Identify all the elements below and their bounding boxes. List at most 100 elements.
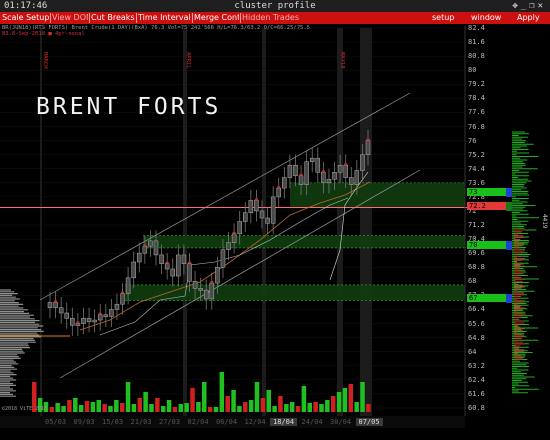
volume-bar — [284, 404, 289, 412]
candle-body — [304, 161, 309, 185]
date-label[interactable]: 27/03 — [156, 418, 183, 426]
candle-body — [203, 289, 209, 300]
month-marker: MARCH — [42, 52, 48, 69]
menu-window[interactable]: window — [471, 12, 501, 24]
candle-body — [120, 293, 125, 305]
volume-bar — [325, 400, 330, 412]
candle-body — [248, 200, 254, 213]
candle-body — [354, 170, 360, 185]
price-tick-label: 75.2 — [468, 150, 485, 159]
minimize-icon[interactable]: _ — [521, 1, 529, 11]
volume-bar — [360, 382, 365, 412]
price-tick-label: 78.4 — [468, 94, 485, 103]
date-label[interactable]: 24/04 — [299, 418, 326, 426]
flag-marker-icon — [506, 202, 512, 212]
candle-marker — [187, 261, 191, 264]
date-label-selected[interactable]: 07/05 — [355, 418, 383, 426]
instrument-subinfo: 83.8-Sep-2018 ■ 4pr-nonal — [2, 31, 85, 37]
candle-body — [243, 212, 248, 222]
candle-marker — [76, 321, 80, 324]
price-tick-label: 66.4 — [468, 305, 485, 314]
menu-merge-contr[interactable]: Merge Contr — [194, 12, 239, 24]
volume-bar — [131, 404, 137, 412]
price-tick-label: 76 — [468, 136, 477, 145]
price-tick-label: 68 — [468, 277, 477, 286]
menu-cut-breaks[interactable]: Cut Breaks — [91, 12, 135, 24]
maximize-icon[interactable]: ❐ — [529, 1, 537, 11]
candle-body — [231, 233, 237, 243]
date-label[interactable]: 05/03 — [42, 418, 69, 426]
menu-time-interval[interactable]: Time Interval — [138, 12, 191, 24]
candle-body — [170, 268, 175, 277]
side-label: 4419 — [541, 214, 548, 229]
candle-body — [137, 252, 142, 263]
volume-bar — [73, 398, 78, 412]
menu-setup[interactable]: setup — [432, 12, 458, 24]
month-marker: APRIL — [185, 52, 191, 69]
candle-marker — [143, 244, 147, 247]
candle-body — [131, 261, 136, 279]
overlay-title: BRENT FORTS — [36, 94, 222, 120]
candle-body — [298, 175, 304, 185]
menu-apply[interactable]: Apply — [517, 12, 547, 24]
value-zone — [143, 235, 465, 248]
date-label-selected[interactable]: 18/04 — [270, 418, 298, 426]
price-tick-label: 68.8 — [468, 263, 485, 272]
date-label[interactable]: 21/03 — [128, 418, 155, 426]
candle-marker — [98, 312, 102, 315]
candle-marker — [165, 261, 169, 264]
price-tick-label: 76.8 — [468, 122, 485, 131]
date-label[interactable]: 06/04 — [213, 418, 240, 426]
menu-scale-setup[interactable]: Scale Setup — [2, 12, 49, 24]
candle-body — [114, 303, 120, 310]
date-label[interactable]: 09/03 — [71, 418, 98, 426]
menu-view-dom[interactable]: View DOM — [52, 12, 88, 24]
candle-body — [287, 164, 293, 178]
close-icon[interactable]: ✕ — [538, 1, 546, 11]
candle-marker — [254, 198, 258, 201]
candle-body — [220, 249, 226, 268]
volume-bar — [243, 402, 248, 412]
volume-bar — [248, 400, 254, 412]
move-icon[interactable]: ✥ — [512, 1, 520, 11]
candle-marker — [344, 163, 348, 166]
candle-body — [215, 267, 220, 284]
date-label[interactable]: 30/04 — [327, 418, 354, 426]
menu-hidden-trades[interactable]: Hidden Trades — [242, 12, 302, 24]
window-title: cluster profile — [234, 1, 316, 11]
date-label[interactable]: 12/04 — [242, 418, 269, 426]
volume-bar — [272, 406, 277, 412]
candle-body — [326, 179, 332, 184]
volume-bar — [119, 403, 125, 412]
candle-body — [343, 164, 348, 178]
volume-bar — [49, 407, 55, 412]
price-tick-label: 82.4 — [468, 24, 485, 32]
volume-bar — [202, 382, 207, 412]
volume-bar — [295, 406, 301, 412]
volume-bar — [237, 406, 242, 412]
candle-marker — [210, 281, 214, 284]
volume-bar — [336, 392, 342, 412]
date-label[interactable]: 15/03 — [99, 418, 126, 426]
volume-bar — [348, 384, 354, 412]
flag-marker-icon — [506, 188, 512, 198]
volume-bar — [55, 403, 60, 412]
candle-body — [360, 154, 365, 171]
price-tick-label: 62.4 — [468, 375, 485, 384]
candle-marker — [121, 291, 125, 294]
candle-body — [176, 254, 181, 277]
candle-body — [181, 254, 187, 264]
volume-bar — [225, 396, 230, 412]
volume-bar — [184, 403, 189, 412]
candle-body — [349, 177, 354, 185]
window-controls[interactable]: ✥_❐✕ — [512, 0, 546, 12]
volume-bar — [137, 398, 143, 412]
session-column — [337, 28, 343, 418]
date-label[interactable]: 02/04 — [185, 418, 212, 426]
candle-body — [81, 318, 86, 324]
value-zone — [290, 182, 465, 208]
volume-bar — [301, 386, 307, 412]
volume-bar — [219, 372, 225, 412]
candle-body — [53, 302, 58, 308]
price-flag: 67 — [467, 293, 509, 302]
